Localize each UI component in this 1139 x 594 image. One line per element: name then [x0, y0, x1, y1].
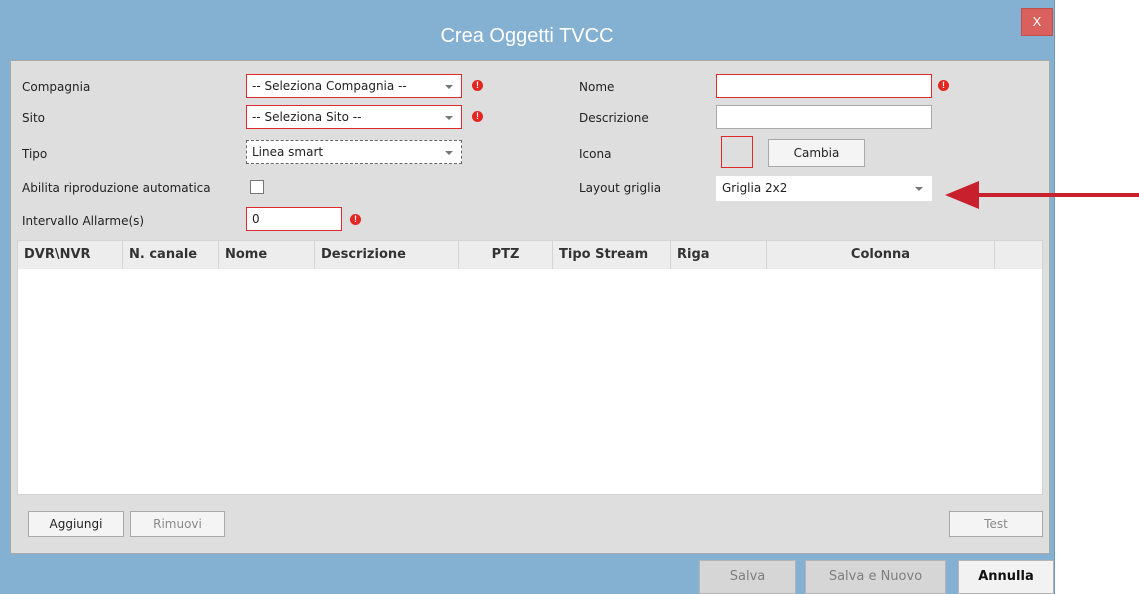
column-header-stream-type[interactable]: Tipo Stream	[553, 241, 671, 269]
grid-layout-select-value: Griglia 2x2	[722, 181, 788, 195]
error-icon: !	[350, 214, 361, 225]
save-and-new-button[interactable]: Salva e Nuovo	[805, 560, 946, 594]
column-header-description[interactable]: Descrizione	[315, 241, 459, 269]
type-select[interactable]: Linea smart	[246, 140, 462, 164]
column-header-name[interactable]: Nome	[219, 241, 315, 269]
site-label: Sito	[22, 111, 45, 125]
company-label: Compagnia	[22, 80, 91, 94]
column-header-ptz[interactable]: PTZ	[459, 241, 553, 269]
chevron-down-icon	[445, 151, 453, 155]
name-input[interactable]	[716, 74, 932, 98]
table-header: DVR\NVR N. canale Nome Descrizione PTZ T…	[18, 241, 1042, 269]
chevron-down-icon	[915, 187, 923, 191]
alarm-interval-label: Intervallo Allarme(s)	[22, 214, 145, 228]
error-icon: !	[938, 80, 949, 91]
save-button[interactable]: Salva	[699, 560, 796, 594]
icon-label: Icona	[579, 147, 612, 161]
error-icon: !	[472, 80, 483, 91]
column-header-channel[interactable]: N. canale	[123, 241, 219, 269]
autoplay-checkbox[interactable]	[250, 180, 264, 194]
channels-table: DVR\NVR N. canale Nome Descrizione PTZ T…	[17, 240, 1043, 495]
column-header-row[interactable]: Riga	[671, 241, 767, 269]
cancel-button[interactable]: Annulla	[958, 560, 1054, 594]
close-button[interactable]: X	[1021, 8, 1053, 36]
site-select-value: -- Seleziona Sito --	[252, 110, 362, 124]
icon-preview	[721, 136, 753, 168]
title-bar: Crea Oggetti TVCC X	[0, 0, 1054, 56]
company-select[interactable]: -- Seleziona Compagnia --	[246, 74, 462, 98]
type-select-value: Linea smart	[252, 145, 324, 159]
error-icon: !	[472, 111, 483, 122]
name-label: Nome	[579, 80, 615, 94]
description-label: Descrizione	[579, 111, 649, 125]
column-header-dvr-nvr[interactable]: DVR\NVR	[18, 241, 123, 269]
grid-layout-label: Layout griglia	[579, 181, 662, 195]
add-button[interactable]: Aggiungi	[28, 511, 124, 537]
red-arrow-icon	[945, 181, 1139, 209]
dialog-title: Crea Oggetti TVCC	[440, 25, 614, 47]
description-input[interactable]	[716, 105, 932, 129]
site-select[interactable]: -- Seleziona Sito --	[246, 105, 462, 129]
chevron-down-icon	[445, 116, 453, 120]
chevron-down-icon	[445, 85, 453, 89]
remove-button[interactable]: Rimuovi	[130, 511, 225, 537]
dialog-window: Crea Oggetti TVCC X Compagnia -- Selezio…	[0, 0, 1055, 594]
test-button[interactable]: Test	[949, 511, 1043, 537]
grid-layout-select[interactable]: Griglia 2x2	[716, 176, 932, 201]
company-select-value: -- Seleziona Compagnia --	[252, 79, 407, 93]
change-icon-button[interactable]: Cambia	[768, 139, 865, 167]
type-label: Tipo	[22, 147, 48, 161]
alarm-interval-value: 0	[252, 212, 260, 226]
column-header-column[interactable]: Colonna	[767, 241, 995, 269]
alarm-interval-input[interactable]: 0	[246, 207, 342, 231]
autoplay-label: Abilita riproduzione automatica	[22, 181, 211, 195]
